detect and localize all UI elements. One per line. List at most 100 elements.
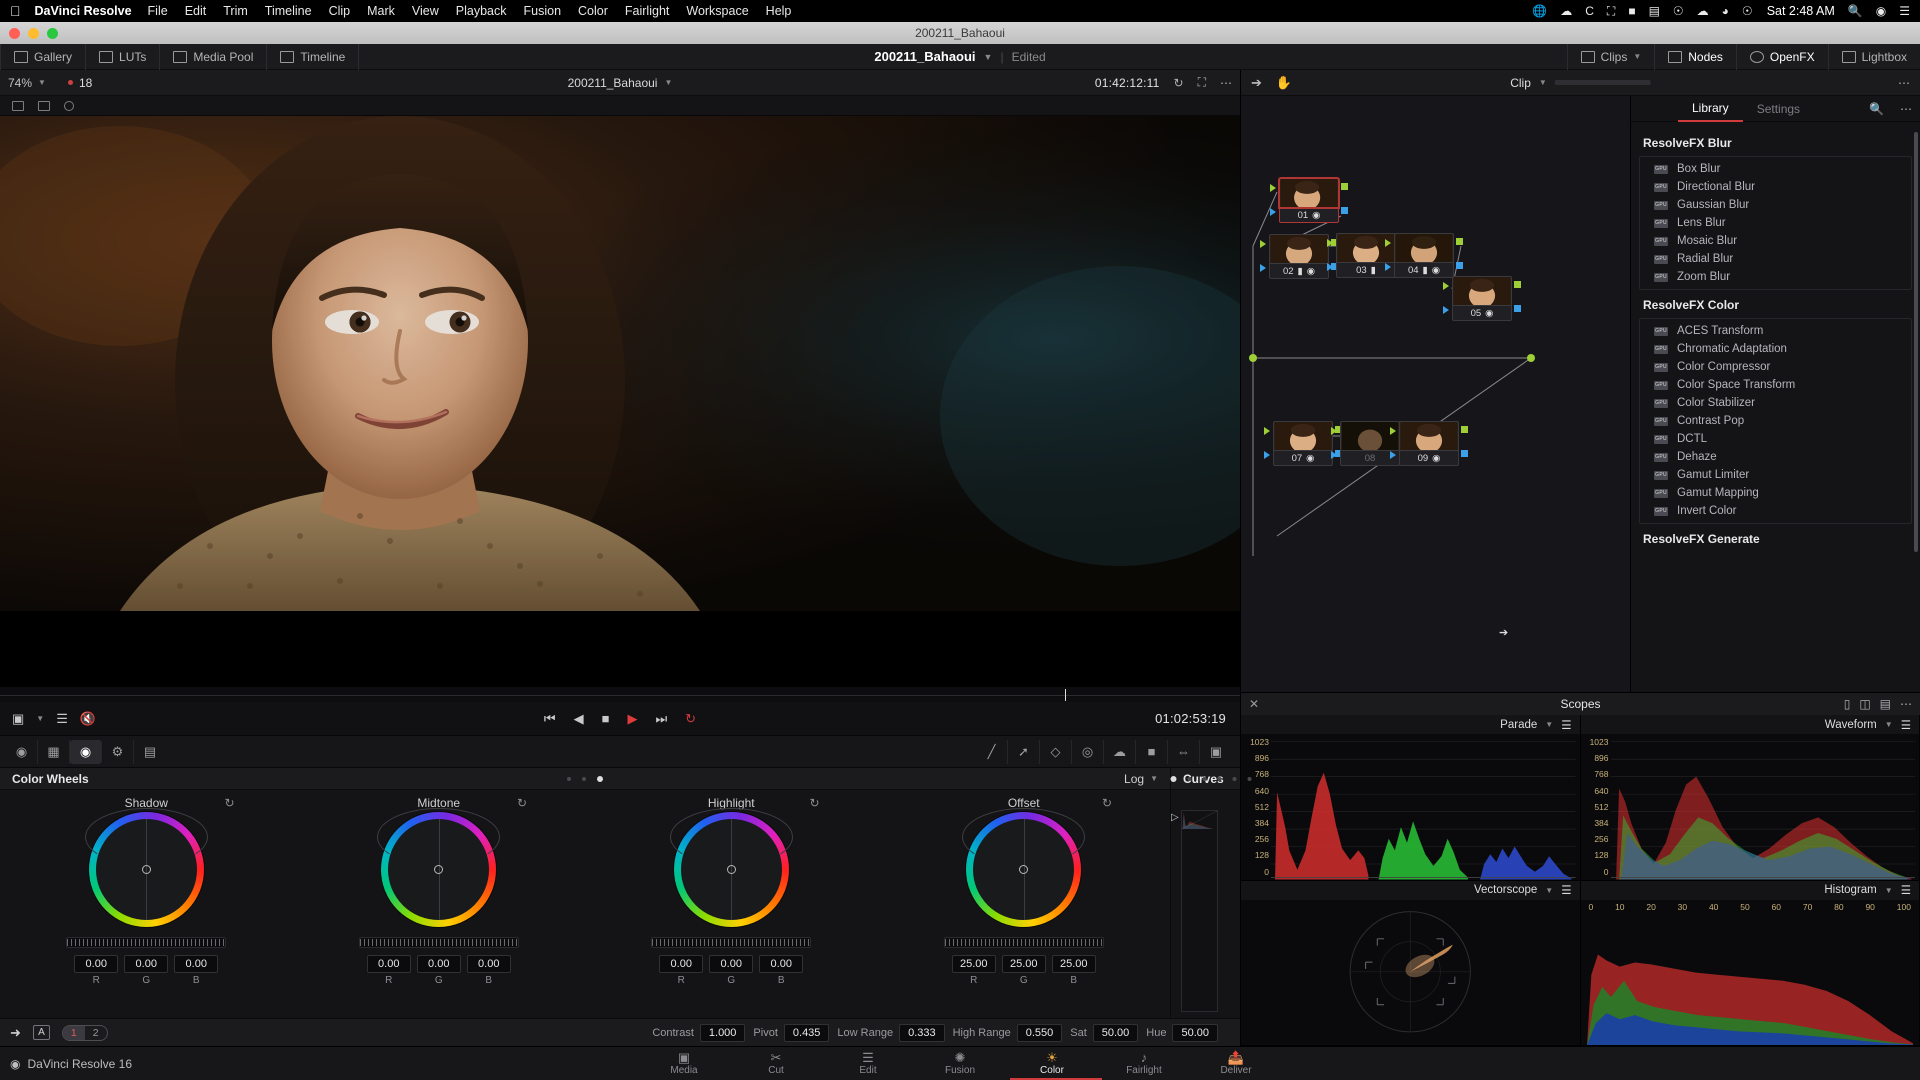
search-icon[interactable]: 🔍 [1861,102,1892,116]
qualifier-icon[interactable]: ➚ [1008,739,1040,764]
fx-mosaic-blur[interactable]: GPU Mosaic Blur [1640,232,1911,250]
pivot-value[interactable]: 0.435 [783,1023,830,1042]
scope-settings-icon[interactable]: ☰ [1561,883,1571,897]
offset-b-value[interactable]: 25.00 [1051,955,1096,973]
page-dot[interactable] [1232,776,1237,781]
scope-parade[interactable]: Parade ▼ ☰ 1023 896 768 640 512 384 256 [1241,715,1581,881]
node-input-green[interactable] [1327,239,1333,247]
offset-g-value[interactable]: 25.00 [1001,955,1046,973]
tab-clips[interactable]: Clips ▼ [1566,43,1655,70]
scope-vectorscope[interactable]: Vectorscope ▼ ☰ [1241,880,1581,1046]
menu-timeline[interactable]: Timeline [265,4,312,18]
scope-waveform[interactable]: Waveform ▼ ☰ 1023 896 768 640 512 384 25… [1580,715,1920,881]
key-icon[interactable]: ■ [1136,739,1168,764]
midtone-r-value[interactable]: 0.00 [366,955,411,973]
hand-tool-icon[interactable]: ✋ [1276,75,1292,91]
curves-pagination[interactable] [1170,775,1252,782]
chevron-down-icon[interactable]: ▼ [1150,774,1158,783]
stack-icon[interactable]: ☰ [56,712,68,725]
wheel-offset-reset-icon[interactable]: ↻ [1102,796,1112,810]
viewer-layout-icon[interactable]: ▣ [12,712,24,725]
motion-effects-icon[interactable]: ▤ [134,740,166,764]
version-selector[interactable]: 1 2 [61,1024,108,1041]
more-options-icon[interactable]: ⋯ [1898,76,1910,90]
menu-workspace[interactable]: Workspace [686,4,748,18]
node-output-green[interactable] [1461,426,1468,433]
page-dot[interactable] [582,776,586,781]
node-output-blue[interactable] [1514,305,1521,312]
wheel-highlight-control[interactable] [669,808,793,927]
node-input-green[interactable] [1331,427,1337,435]
menu-help[interactable]: Help [766,4,792,18]
fx-dehaze[interactable]: GPU Dehaze [1640,448,1911,466]
menu-playback[interactable]: Playback [456,4,507,18]
wheel-shadow-reset-icon[interactable]: ↻ [224,796,234,810]
tab-settings[interactable]: Settings [1743,96,1814,122]
scope-settings-icon[interactable]: ☰ [1901,883,1911,897]
wheel-midtone-slider[interactable] [358,937,519,948]
node-input-green[interactable] [1260,240,1266,248]
play-reverse-button[interactable]: ◀ [574,712,584,725]
control-c-icon[interactable]: C [1585,4,1594,18]
layout-2-icon[interactable]: ◫ [1859,697,1870,711]
node-input-blue[interactable] [1327,263,1333,271]
keyframe-icon[interactable]: ▮ [1423,265,1428,276]
tab-library[interactable]: Library [1678,96,1743,122]
node-input-green[interactable] [1270,184,1276,192]
viewer-mode-icon[interactable] [12,100,24,111]
color-wheels-icon[interactable]: ◉ [70,739,102,764]
tab-openfx[interactable]: OpenFX [1735,43,1828,70]
viewer-scrubber[interactable] [0,686,1240,702]
eye-icon[interactable]: ◉ [1312,210,1320,221]
eyedropper-icon[interactable]: ➜ [10,1025,21,1041]
node-preview-icon[interactable] [64,100,74,111]
tracker-icon[interactable]: ◎ [1072,739,1104,764]
highlight-g-value[interactable]: 0.00 [709,955,754,973]
fx-contrast-pop[interactable]: GPU Contrast Pop [1640,412,1911,430]
page-dot[interactable] [567,776,571,781]
search-icon[interactable]: 🔍 [1848,4,1863,18]
cursor-tool-icon[interactable]: ➔ [1251,75,1262,91]
timeline-button[interactable]: Timeline [267,43,360,70]
node-input-blue[interactable] [1390,451,1396,459]
node-05[interactable]: 05 ◉ [1443,276,1521,321]
wheel-midtone-control[interactable] [377,808,501,927]
high-range-value[interactable]: 0.550 [1016,1023,1063,1042]
offset-r-value[interactable]: 25.00 [951,955,996,973]
shadow-b-value[interactable]: 0.00 [174,955,219,973]
more-options-icon[interactable]: ⋯ [1892,102,1920,116]
wheel-offset-slider[interactable] [943,937,1104,948]
more-options-icon[interactable]: ⋯ [1900,697,1912,711]
circle-icon[interactable]: ◉ [1432,265,1440,276]
scope-waveform-label[interactable]: Waveform [1825,719,1877,731]
wheel-shadow-slider[interactable] [66,937,227,948]
node-output-green[interactable] [1456,238,1463,245]
page-edit[interactable]: ☰ Edit [822,1051,914,1076]
page-dot-active[interactable] [1170,775,1177,782]
curve-start-handle[interactable]: ▷ [1171,812,1179,823]
bluetooth-icon[interactable]: ☉ [1742,4,1753,18]
curves-graph[interactable] [1181,810,1218,1012]
chevron-down-icon[interactable]: ▼ [1545,886,1553,895]
scope-settings-icon[interactable]: ☰ [1901,718,1911,732]
fx-gamut-mapping[interactable]: GPU Gamut Mapping [1640,484,1911,502]
fx-gamut-limiter[interactable]: GPU Gamut Limiter [1640,466,1911,484]
power-icon[interactable]: ☉ [1673,4,1684,18]
shadow-r-value[interactable]: 0.00 [74,955,119,973]
sat-value[interactable]: 50.00 [1092,1023,1139,1042]
midtone-b-value[interactable]: 0.00 [466,955,511,973]
color-wheels-pagination[interactable] [567,775,603,782]
fx-dctl[interactable]: GPU DCTL [1640,430,1911,448]
node-output-green[interactable] [1341,183,1348,190]
page-cut[interactable]: ✂ Cut [730,1051,822,1076]
play-button[interactable]: ▶ [627,712,637,725]
menu-color[interactable]: Color [578,4,608,18]
wifi-icon[interactable]: ◕ [1722,4,1729,18]
globe-icon[interactable]: 🌐 [1532,4,1547,18]
node-input-blue[interactable] [1260,264,1266,272]
close-icon[interactable]: ✕ [1249,697,1259,711]
node-input-blue[interactable] [1443,306,1449,314]
media-pool-button[interactable]: Media Pool [160,43,268,70]
fx-box-blur[interactable]: GPU Box Blur [1640,160,1911,178]
loop-button[interactable]: ↻ [685,712,696,725]
